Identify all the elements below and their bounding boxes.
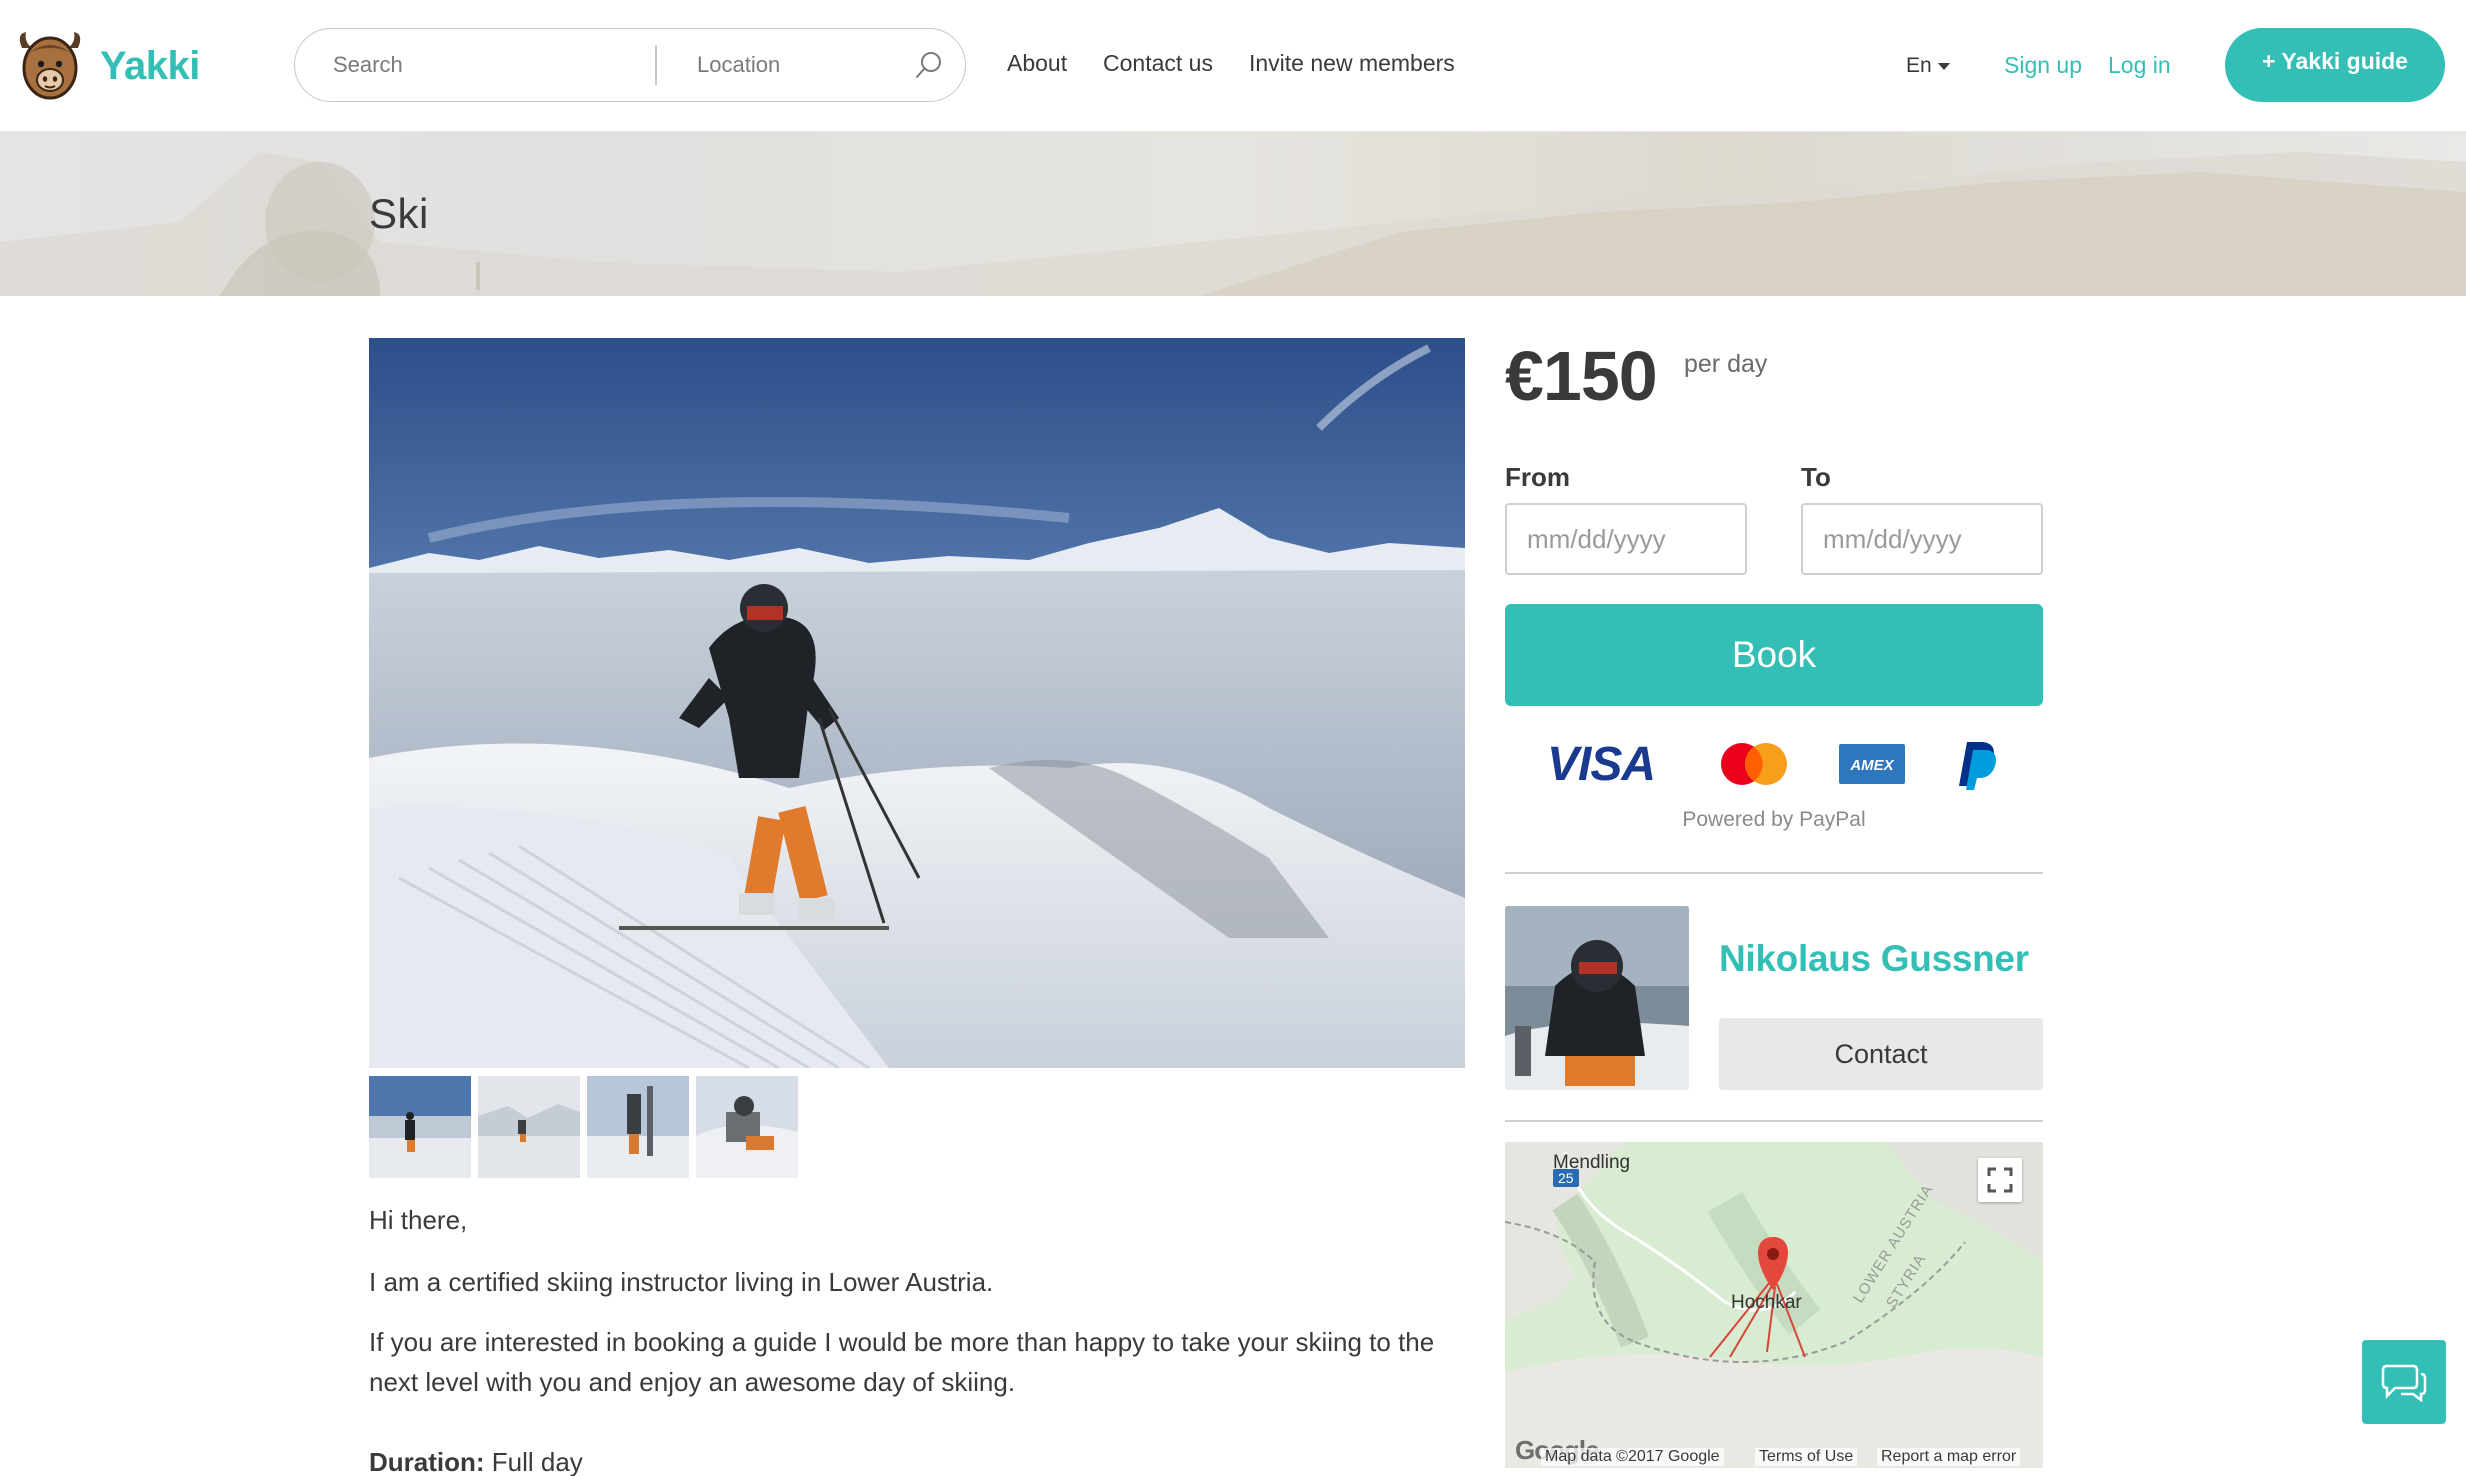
skier-photo-image xyxy=(369,338,1465,1068)
thumbnail-1[interactable] xyxy=(369,1076,471,1178)
amex-text: AMEX xyxy=(1849,757,1894,774)
mastercard-icon xyxy=(1717,736,1791,792)
search-icon[interactable] xyxy=(913,49,945,81)
brand-name: Yakki xyxy=(100,43,200,88)
from-date-input[interactable] xyxy=(1505,503,1747,575)
amex-logo: AMEX xyxy=(1839,744,1905,784)
description-greeting: Hi there, xyxy=(369,1205,468,1235)
location-input[interactable] xyxy=(697,29,897,101)
from-label: From xyxy=(1505,462,1570,492)
thumbnail-image xyxy=(478,1076,580,1178)
yak-logo-icon xyxy=(19,32,81,100)
chevron-down-icon xyxy=(1937,62,1950,70)
guide-name[interactable]: Nikolaus Gussner xyxy=(1719,938,2029,980)
divider xyxy=(1505,872,2043,874)
language-selector[interactable]: En xyxy=(1906,54,1950,78)
to-date-input[interactable] xyxy=(1801,503,2043,575)
mastercard-logo xyxy=(1721,743,1787,785)
paypal-icon xyxy=(1957,736,2001,792)
amex-icon: AMEX xyxy=(1837,736,1907,792)
logo[interactable]: Yakki xyxy=(14,26,200,106)
map-attribution: Map data ©2017 Google xyxy=(1541,1448,1724,1466)
guide-photo-image xyxy=(1505,906,1689,1090)
map-route-badge: 25 xyxy=(1553,1169,1579,1187)
payment-methods: VISA AMEX xyxy=(1505,736,2043,792)
duration-value: Full day xyxy=(484,1447,583,1476)
location-map[interactable]: Mendling 25 Hochkar LOWER AUSTRIA STYRIA… xyxy=(1505,1142,2043,1468)
guide-avatar[interactable] xyxy=(1505,906,1689,1090)
map-terms-link[interactable]: Terms of Use xyxy=(1755,1448,1858,1466)
thumbnail-image xyxy=(369,1076,471,1178)
thumbnail-3[interactable] xyxy=(587,1076,689,1178)
thumbnail-2[interactable] xyxy=(478,1076,580,1178)
contact-button[interactable]: Contact xyxy=(1719,1018,2043,1090)
top-navbar: Yakki About Contact us Invite new member… xyxy=(0,0,2466,132)
thumbnail-image xyxy=(696,1076,798,1178)
price: €150 xyxy=(1505,337,1658,415)
yakki-guide-button[interactable]: + Yakki guide xyxy=(2225,28,2445,102)
signup-link[interactable]: Sign up xyxy=(2004,52,2082,79)
chat-icon xyxy=(2381,1364,2427,1402)
paypal-logo xyxy=(1959,742,1996,790)
main-photo[interactable] xyxy=(369,338,1465,1068)
login-link[interactable]: Log in xyxy=(2108,52,2171,79)
price-unit: per day xyxy=(1684,350,1768,378)
description-line-1: I am a certified skiing instructor livin… xyxy=(369,1267,994,1297)
chat-button[interactable] xyxy=(2362,1340,2446,1424)
description-line-2: If you are interested in booking a guide… xyxy=(369,1327,1435,1397)
hero-banner: Ski xyxy=(0,132,2466,296)
nav-contact-link[interactable]: Contact us xyxy=(1103,50,1213,77)
duration: Duration: Full day xyxy=(369,1442,1469,1476)
to-label: To xyxy=(1801,462,1831,492)
thumbnail-image xyxy=(587,1076,689,1178)
nav-invite-link[interactable]: Invite new members xyxy=(1249,50,1455,77)
language-value: En xyxy=(1906,54,1932,77)
search-divider xyxy=(655,45,657,85)
search-bar xyxy=(294,28,966,102)
fullscreen-icon[interactable] xyxy=(1978,1158,2022,1202)
map-report-link[interactable]: Report a map error xyxy=(1877,1448,2021,1466)
powered-by-paypal: Powered by PayPal xyxy=(1682,808,1866,831)
thumbnail-4[interactable] xyxy=(696,1076,798,1178)
search-input[interactable] xyxy=(333,29,633,101)
visa-icon: VISA xyxy=(1547,737,1656,791)
map-place-hochkar: Hochkar xyxy=(1731,1292,1802,1313)
photo-thumbnails xyxy=(369,1076,798,1178)
nav-about-link[interactable]: About xyxy=(1007,50,1067,77)
duration-label: Duration: xyxy=(369,1447,485,1476)
page-title: Ski xyxy=(369,190,429,237)
book-button[interactable]: Book xyxy=(1505,604,2043,706)
divider xyxy=(1505,1120,2043,1122)
fullscreen-glyph xyxy=(1987,1167,2013,1193)
